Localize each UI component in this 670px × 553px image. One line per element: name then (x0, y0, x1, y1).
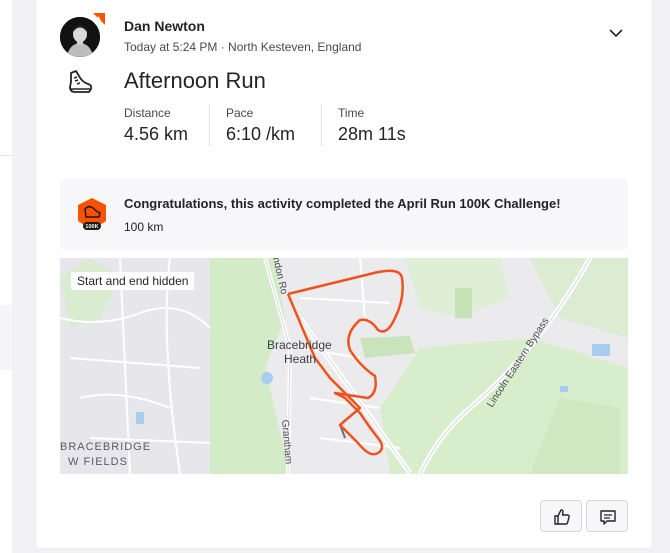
stat-label: Time (338, 106, 365, 120)
stat-value: 6:10 /km (226, 124, 296, 144)
thumbs-up-icon (554, 509, 570, 525)
background-panel-left (0, 0, 12, 553)
challenge-badge-icon: 100K (78, 198, 106, 230)
stat-divider (209, 104, 210, 146)
stat-value: 4.56 km (124, 124, 189, 144)
challenge-banner[interactable]: 100K Congratulations, this activity comp… (60, 179, 628, 250)
kudos-button[interactable] (540, 500, 582, 532)
stat-distance: Distance 4.56 km (124, 106, 188, 145)
map-label-area-line2: W FIELDS (68, 456, 128, 468)
map-label-town-line2: Heath (284, 352, 316, 366)
map-label-town: Bracebridge (267, 338, 332, 352)
activity-title[interactable]: Afternoon Run (124, 68, 266, 94)
chevron-down-icon[interactable] (608, 25, 624, 41)
stat-value: 28m 11s (338, 124, 406, 144)
comment-icon (600, 510, 616, 525)
activity-card: Dan Newton Today at 5:24 PM · North Kest… (36, 0, 652, 548)
stat-pace: Pace 6:10 /km (226, 106, 295, 145)
route-map[interactable]: Bracebridge Heath BRACEBRIDGE W FIELDS L… (60, 258, 628, 474)
background-divider (0, 155, 12, 156)
stat-label: Distance (124, 106, 171, 120)
challenge-subtitle: 100 km (124, 220, 164, 234)
athlete-name[interactable]: Dan Newton (124, 18, 205, 34)
activity-meta: Today at 5:24 PM · North Kesteven, Engla… (124, 40, 362, 54)
challenge-title[interactable]: Congratulations, this activity completed… (124, 196, 561, 211)
map-canvas: Bracebridge Heath BRACEBRIDGE W FIELDS L… (60, 258, 628, 474)
background-block (0, 305, 12, 370)
comment-button[interactable] (586, 500, 628, 532)
badge-text: 100K (85, 224, 98, 230)
running-shoe-icon (69, 70, 93, 93)
stat-time: Time 28m 11s (338, 106, 406, 145)
subscriber-badge-icon (93, 13, 105, 25)
stat-divider (321, 104, 322, 146)
map-label-area: BRACEBRIDGE (60, 441, 151, 453)
stat-label: Pace (226, 106, 254, 120)
privacy-tag: Start and end hidden (71, 272, 195, 290)
